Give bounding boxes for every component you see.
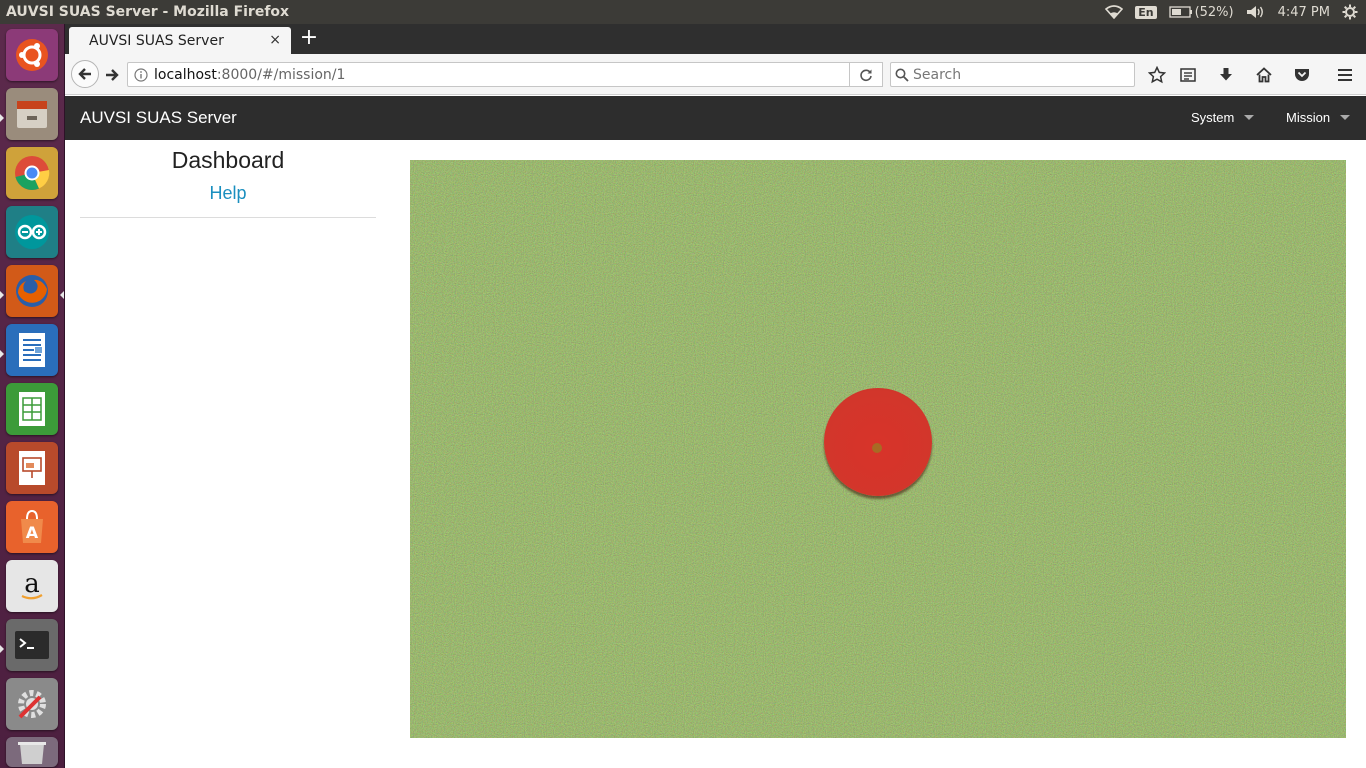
url-host: localhost (154, 66, 217, 83)
url-path: :8000/#/mission/1 (216, 66, 346, 83)
system-settings-icon[interactable] (6, 678, 58, 730)
running-indicator (0, 114, 4, 122)
home-icon[interactable] (1252, 63, 1276, 87)
files-icon[interactable] (6, 88, 58, 140)
url-bar[interactable]: localhost:8000/#/mission/1 (127, 62, 883, 87)
tab-auvsi[interactable]: AUVSI SUAS Server × (69, 27, 291, 54)
arrow-left-icon (78, 68, 91, 80)
mission-menu[interactable]: Mission (1286, 110, 1351, 125)
help-link[interactable]: Help (80, 183, 376, 209)
target-center-dot (872, 443, 882, 453)
calc-icon[interactable] (6, 383, 58, 435)
keyboard-layout-indicator[interactable]: En (1135, 5, 1157, 19)
system-menu-label: System (1191, 110, 1235, 125)
search-icon (895, 68, 909, 82)
focused-indicator (60, 291, 64, 299)
trash-icon[interactable] (6, 737, 58, 767)
battery-percent: (52%) (1194, 4, 1234, 20)
clock[interactable]: 4:47 PM (1278, 5, 1330, 20)
system-tray: En (52%) 4:47 PM (1105, 4, 1366, 20)
caret-down-icon (1340, 115, 1351, 120)
tab-close-icon[interactable]: × (269, 32, 281, 48)
ubuntu-dash-icon[interactable] (6, 29, 58, 81)
running-indicator (0, 350, 4, 358)
download-icon[interactable] (1214, 63, 1238, 87)
new-tab-button[interactable]: + (297, 27, 321, 51)
power-gear-icon[interactable] (1342, 4, 1358, 20)
caret-down-icon (1244, 115, 1255, 120)
arduino-icon[interactable] (6, 206, 58, 258)
back-button[interactable] (71, 60, 99, 88)
amazon-icon[interactable]: a (6, 560, 58, 612)
search-bar[interactable] (890, 62, 1135, 87)
impress-icon[interactable] (6, 442, 58, 494)
writer-icon[interactable] (6, 324, 58, 376)
reload-icon (860, 68, 872, 81)
target-marker[interactable] (824, 388, 932, 496)
sidebar: Dashboard Help (80, 146, 376, 218)
site-info-icon[interactable] (128, 67, 154, 82)
hamburger-menu-icon[interactable] (1333, 63, 1357, 87)
pocket-icon[interactable] (1290, 63, 1314, 87)
reload-button[interactable] (849, 62, 883, 87)
system-menu[interactable]: System (1191, 110, 1255, 125)
app-brand[interactable]: AUVSI SUAS Server (80, 108, 237, 128)
running-indicator (0, 291, 4, 299)
mission-map-view[interactable] (410, 160, 1346, 738)
tab-bar: AUVSI SUAS Server × + (65, 24, 1366, 54)
firefox-window: AUVSI SUAS Server × + localhost:8000/#/m… (65, 24, 1366, 768)
forward-button[interactable] (101, 64, 123, 86)
running-indicator (0, 645, 4, 653)
terminal-icon[interactable] (6, 619, 58, 671)
battery-indicator[interactable]: (52%) (1168, 4, 1234, 20)
arrow-right-icon (106, 69, 119, 81)
svg-text:A: A (26, 523, 39, 542)
reading-list-icon[interactable] (1176, 63, 1200, 87)
tab-title: AUVSI SUAS Server (89, 32, 224, 49)
firefox-icon[interactable] (6, 265, 58, 317)
unity-launcher: A a (0, 24, 65, 768)
battery-icon (1168, 6, 1193, 18)
chrome-icon[interactable] (6, 147, 58, 199)
web-page: AUVSI SUAS Server System Mission Dashboa… (65, 96, 1366, 768)
sidebar-divider (80, 217, 376, 218)
software-center-icon[interactable]: A (6, 501, 58, 553)
app-navbar: AUVSI SUAS Server System Mission (65, 96, 1366, 140)
navigation-toolbar: localhost:8000/#/mission/1 (65, 54, 1366, 95)
window-title: AUVSI SUAS Server - Mozilla Firefox (6, 4, 290, 20)
top-panel: AUVSI SUAS Server - Mozilla Firefox En (… (0, 0, 1366, 24)
volume-icon[interactable] (1246, 5, 1266, 19)
svg-text:a: a (24, 569, 40, 599)
wifi-icon[interactable] (1105, 5, 1124, 19)
search-input[interactable] (913, 66, 1123, 83)
mission-menu-label: Mission (1286, 110, 1331, 125)
dashboard-title: Dashboard (171, 147, 285, 173)
bookmark-star-icon[interactable] (1145, 63, 1169, 87)
